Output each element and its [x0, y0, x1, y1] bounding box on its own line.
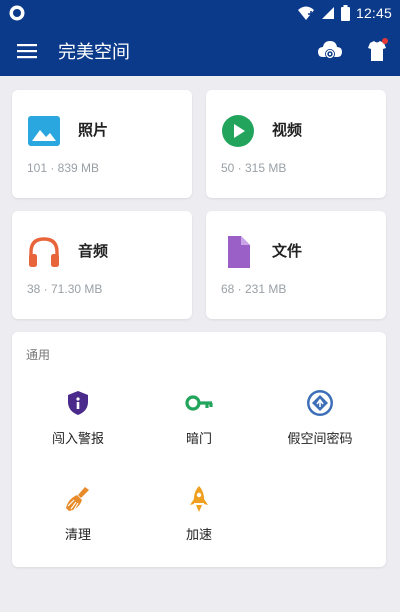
general-tools-card: 通用 闯入警报 暗门 假空间密码 清理 加速 [12, 332, 386, 567]
notification-icon [9, 5, 25, 21]
tool-label: 加速 [185, 528, 212, 543]
play-icon [222, 115, 254, 147]
status-clock: 12:45 [355, 5, 392, 21]
section-title: 通用 [26, 348, 51, 362]
category-name: 音频 [78, 242, 109, 260]
tool-boost[interactable]: 加速 [137, 484, 261, 554]
tool-secret-door[interactable]: 暗门 [137, 388, 261, 458]
battery-icon [340, 5, 350, 21]
tool-label: 闯入警报 [51, 432, 104, 447]
category-stats: 101 · 839 MB [27, 161, 100, 175]
tool-label: 暗门 [185, 432, 212, 447]
status-bar: 12:45 [0, 0, 400, 26]
document-icon [228, 236, 250, 268]
category-card-files[interactable]: 文件 68 · 231 MB [206, 211, 386, 319]
key-icon [185, 395, 213, 411]
fake-space-icon [307, 390, 333, 416]
category-card-videos[interactable]: 视频 50 · 315 MB [206, 90, 386, 198]
signal-icon [321, 7, 334, 19]
tool-label: 清理 [64, 528, 91, 543]
category-card-photos[interactable]: 照片 101 · 839 MB [12, 90, 192, 198]
shield-icon [68, 391, 88, 415]
category-stats: 50 · 315 MB [221, 161, 287, 175]
theme-shirt-icon[interactable] [364, 37, 390, 65]
page-title: 完美空间 [58, 42, 130, 63]
category-card-audio[interactable]: 音频 38 · 71.30 MB [12, 211, 192, 319]
tool-label: 假空间密码 [287, 432, 353, 447]
tool-fake-space-password[interactable]: 假空间密码 [258, 388, 382, 458]
category-stats: 38 · 71.30 MB [27, 282, 103, 296]
tool-clean[interactable]: 清理 [16, 484, 140, 554]
category-name: 照片 [78, 121, 109, 139]
tool-intruder-alert[interactable]: 闯入警报 [16, 388, 140, 458]
menu-icon[interactable] [17, 41, 37, 61]
app-bar: 完美空间 [0, 26, 400, 76]
category-name: 文件 [272, 242, 303, 260]
headphones-icon [29, 237, 59, 267]
category-stats: 68 · 231 MB [221, 282, 287, 296]
cloud-sync-icon[interactable] [316, 38, 344, 64]
broom-icon [66, 487, 89, 511]
wifi-icon [297, 6, 314, 20]
rocket-icon [190, 486, 208, 512]
image-icon [28, 116, 60, 146]
category-name: 视频 [272, 121, 303, 139]
